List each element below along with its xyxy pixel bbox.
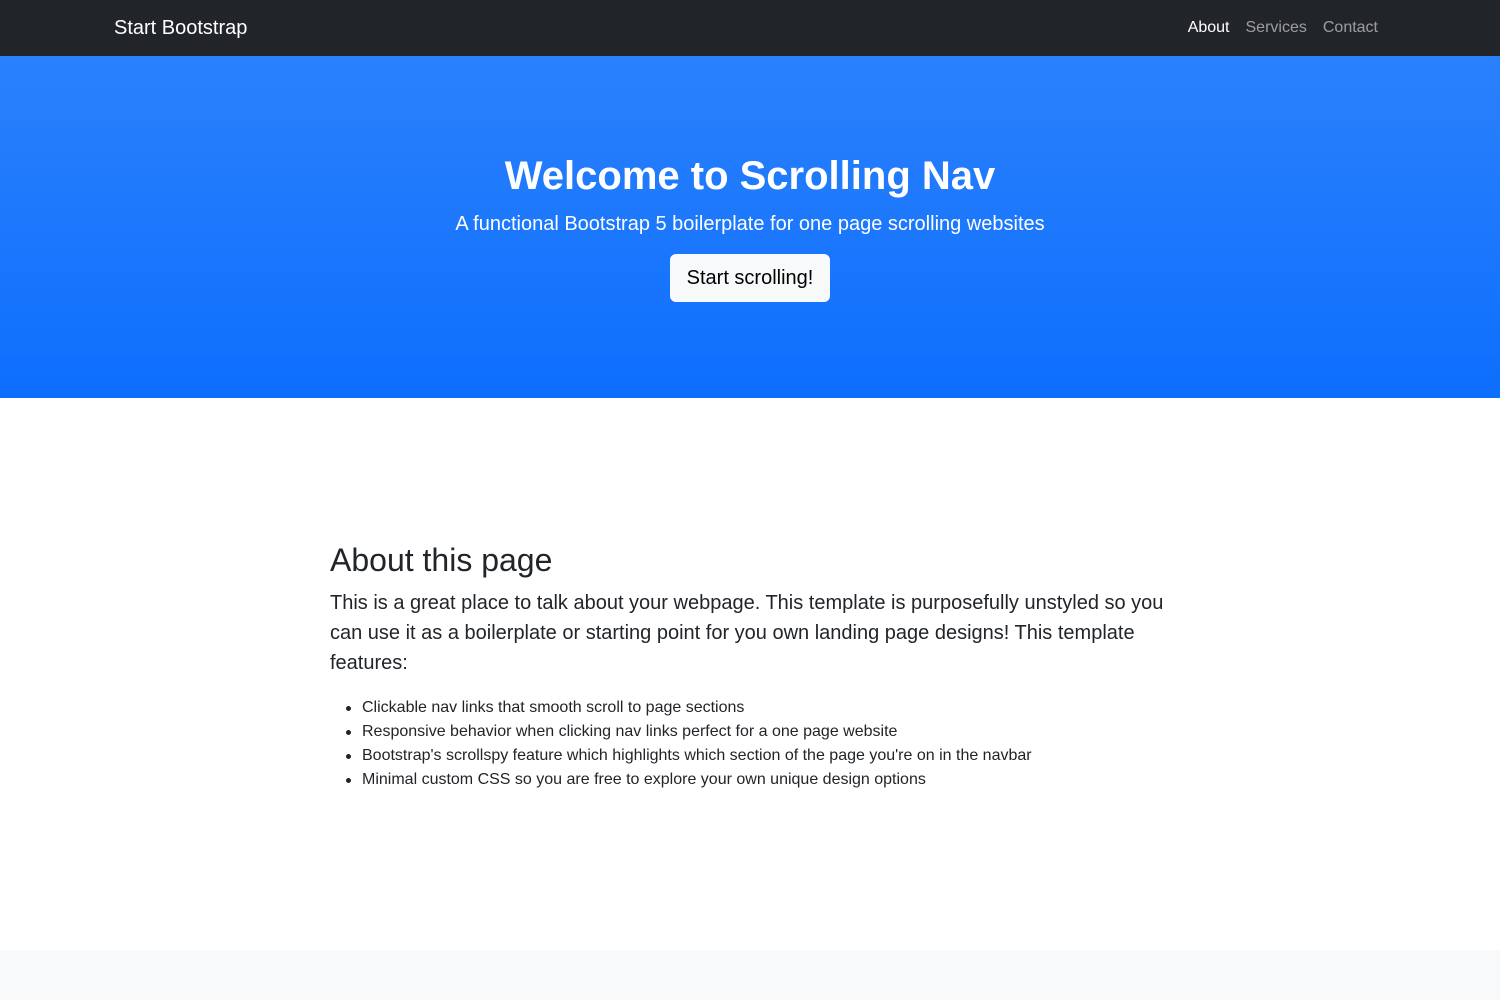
feature-item: Minimal custom CSS so you are free to ex… [346,768,1170,792]
hero-section: Welcome to Scrolling Nav A functional Bo… [0,56,1500,398]
about-section: About this page This is a great place to… [330,540,1170,792]
feature-text: Bootstrap's scrollspy feature which high… [362,747,1032,764]
nav-link-services[interactable]: Services [1238,16,1315,40]
feature-item: Bootstrap's scrollspy feature which high… [346,744,1170,768]
bullet-icon [346,778,351,783]
feature-text: Clickable nav links that smooth scroll t… [362,699,745,716]
feature-list: Clickable nav links that smooth scroll t… [330,696,1170,792]
bullet-icon [346,706,351,711]
nav-link-about[interactable]: About [1180,16,1238,40]
navbar-brand[interactable]: Start Bootstrap [114,16,247,40]
feature-text: Responsive behavior when clicking nav li… [362,723,898,740]
feature-item: Clickable nav links that smooth scroll t… [346,696,1170,720]
next-section-strip [0,950,1500,1000]
hero-subtitle: A functional Bootstrap 5 boilerplate for… [455,213,1045,235]
about-lead: This is a great place to talk about your… [330,592,1164,674]
hero-title: Welcome to Scrolling Nav [504,154,996,198]
bullet-icon [346,730,351,735]
start-scrolling-button[interactable]: Start scrolling! [670,254,830,302]
about-title: About this page [330,542,553,578]
navbar: Start Bootstrap About Services Contact [0,0,1500,56]
feature-item: Responsive behavior when clicking nav li… [346,720,1170,744]
nav-links: About Services Contact [1180,0,1386,56]
feature-text: Minimal custom CSS so you are free to ex… [362,771,926,788]
bullet-icon [346,754,351,759]
nav-link-contact[interactable]: Contact [1315,16,1386,40]
